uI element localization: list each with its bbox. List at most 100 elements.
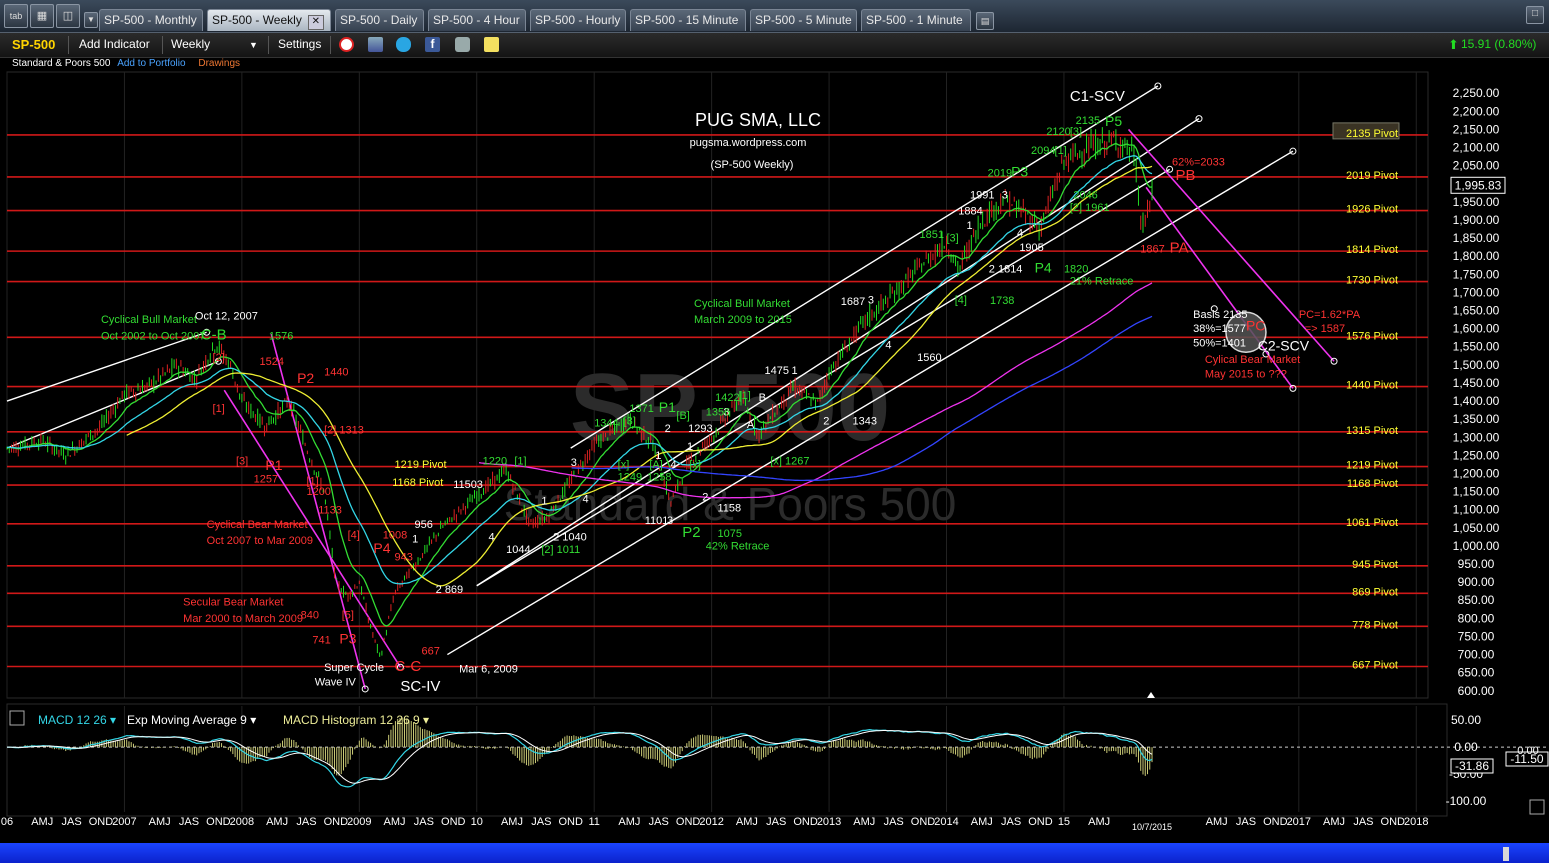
annotation-label: 2	[823, 416, 829, 428]
annotation-label: 1075	[718, 528, 742, 540]
y-axis-tick-label: 1,750.00	[1453, 267, 1500, 281]
y-axis-tick-label: 1,250.00	[1453, 448, 1500, 462]
annotation-label: 667	[422, 646, 440, 658]
y-axis-tick-label: 1,850.00	[1453, 231, 1500, 245]
annotation-label: May 2015 to ???	[1205, 369, 1287, 381]
x-axis-tick-label: OND	[676, 816, 701, 828]
annotation-label: [x]	[618, 459, 630, 471]
pivot-label: 1315 Pivot	[1346, 425, 1398, 437]
x-axis-tick-label: 10/7/2015	[1132, 822, 1172, 832]
annotation-label: 1	[541, 495, 547, 507]
pivot-label: 1814 Pivot	[1346, 244, 1398, 256]
x-axis-tick-label: JAS	[296, 816, 316, 828]
x-axis-tick-label: 2009	[347, 816, 371, 828]
y-axis-tick-label: 1,600.00	[1453, 322, 1500, 336]
collapse-panel-icon[interactable]	[9, 710, 25, 726]
annotation-label: 1905	[1019, 242, 1043, 254]
y-axis-tick-label: 1,500.00	[1453, 358, 1500, 372]
annotation-label: 1219 Pivot	[395, 459, 447, 471]
annotation-label: 1524	[259, 356, 283, 368]
macd-indicator-label[interactable]: MACD 12 26 ▾	[38, 713, 116, 727]
annotation-label: 1200	[306, 486, 330, 498]
annotation-label: Oct 2007 to Mar 2009	[207, 535, 313, 547]
annotation-label: PC=1.62*PA	[1299, 309, 1361, 321]
annotation-label: B	[759, 392, 766, 404]
annotation-label: [3]	[947, 233, 959, 245]
annotation-label: 2	[702, 492, 708, 504]
annotation-label: 1	[687, 441, 693, 453]
annotation-label: [1]	[1055, 145, 1067, 157]
annotation-label: PA	[1170, 240, 1189, 257]
x-axis-tick-label: AMJ	[618, 816, 640, 828]
x-axis-tick-label: 2008	[230, 816, 254, 828]
y-axis-tick-label: 1,100.00	[1453, 503, 1500, 517]
macd-settings-icon[interactable]	[1529, 799, 1545, 815]
annotation-label: 1258	[647, 472, 671, 484]
current-price-label: 1,995.83	[1455, 178, 1502, 192]
y-axis-tick-label: 1,350.00	[1453, 412, 1500, 426]
x-axis-tick-label: OND	[911, 816, 936, 828]
pivot-label: 869 Pivot	[1352, 586, 1398, 598]
time-scrollbar[interactable]	[0, 843, 1549, 863]
y-axis-tick-label: 650.00	[1458, 666, 1495, 680]
x-axis-tick-label: 15	[1058, 816, 1070, 828]
x-axis-tick-label: JAS	[1353, 816, 1373, 828]
macd-value-label: -31.86	[1455, 759, 1489, 773]
annotation-label: Cyclical Bull Market	[694, 298, 790, 310]
annotation-label: => 1587	[1305, 323, 1345, 335]
annotation-label: 1220	[483, 455, 507, 467]
annotation-label: P3	[1011, 164, 1028, 180]
annotation-label: 1044	[506, 544, 530, 556]
y-axis-tick-label: 1,650.00	[1453, 304, 1500, 318]
annotation-label: SC-IV	[400, 678, 440, 695]
annotation-label: 3	[1002, 189, 1008, 201]
y-axis-tick-label: 950.00	[1458, 557, 1495, 571]
x-axis-tick-label: 10	[471, 816, 483, 828]
x-axis-tick-label: AMJ	[31, 816, 53, 828]
annotation-label: 2 1040	[553, 531, 587, 543]
annotation-label: 42% Retrace	[706, 541, 770, 553]
y-axis-tick-label: 850.00	[1458, 593, 1495, 607]
annotation-label: C2-SCV	[1258, 337, 1310, 353]
annotation-label: 1884	[958, 206, 982, 218]
macd-indicator-label[interactable]: Exp Moving Average 9 ▾	[127, 713, 256, 727]
annotation-label: 3	[477, 479, 483, 491]
y-axis-tick-label: 1,900.00	[1453, 213, 1500, 227]
y-axis-tick-label: 1,200.00	[1453, 466, 1500, 480]
annotation-label: 4	[671, 459, 677, 471]
macd-y-tick-label: -100.00	[1446, 794, 1487, 808]
macd-zero-label: 0.00	[1517, 745, 1538, 757]
annotation-label: 1475	[764, 365, 788, 377]
scrollbar-thumb[interactable]	[1503, 847, 1509, 861]
x-axis-tick-label: OND	[1028, 816, 1053, 828]
chart-subtitle-2: (SP-500 Weekly)	[711, 159, 794, 171]
annotation-label: 2 1814	[989, 263, 1023, 275]
y-axis-tick-label: 2,150.00	[1453, 122, 1500, 136]
annotation-label: 1991	[970, 189, 994, 201]
annotation-label: 1249	[618, 472, 642, 484]
annotation-label: PB	[1176, 167, 1196, 184]
annotation-label: [4]	[348, 530, 360, 542]
annotation-label: [x]	[689, 459, 701, 471]
annotation-label: 50%=1401	[1193, 338, 1246, 350]
x-axis-tick-label: OND	[793, 816, 818, 828]
pivot-label: 945 Pivot	[1352, 559, 1398, 571]
annotation-label: 2019	[988, 168, 1012, 180]
x-axis-tick-label: OND	[558, 816, 583, 828]
annotation-label: [1]	[306, 475, 318, 487]
macd-indicator-label[interactable]: MACD Histogram 12 26 9 ▾	[283, 713, 429, 727]
x-axis-tick-label: JAS	[1236, 816, 1256, 828]
annotation-label: 1851	[919, 229, 943, 241]
pivot-label: 1440 Pivot	[1346, 380, 1398, 392]
annotation-label: [3]	[236, 455, 248, 467]
x-axis-tick-label: OND	[1263, 816, 1288, 828]
annotation-label: A	[747, 419, 755, 431]
x-axis-tick-label: OND	[89, 816, 114, 828]
chart-canvas[interactable]: SP-500Standard & Poors 5002135 Pivot2019…	[0, 0, 1549, 843]
pivot-label: 667 Pivot	[1352, 659, 1398, 671]
annotation-label: Super Cycle	[324, 662, 384, 674]
y-axis-tick-label: 1,450.00	[1453, 376, 1500, 390]
y-axis-tick-label: 900.00	[1458, 575, 1495, 589]
pivot-label: 1730 Pivot	[1346, 275, 1398, 287]
x-axis-tick-label: OND	[206, 816, 231, 828]
